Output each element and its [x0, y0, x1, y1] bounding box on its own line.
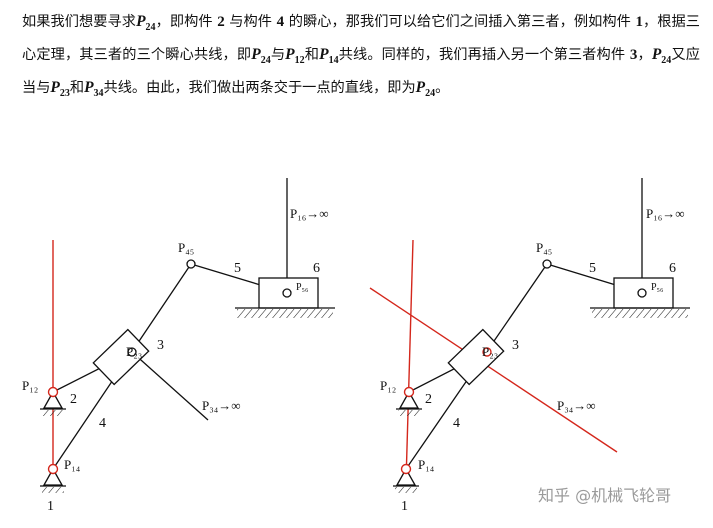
member-label-3: 3 — [157, 338, 164, 353]
label-p56: P₅₆ — [651, 282, 664, 293]
label-p14: P₁₄ — [64, 457, 81, 472]
member-label-6: 6 — [313, 261, 320, 276]
joint-p12 — [403, 386, 415, 398]
label-p23: P₂₃ — [482, 344, 498, 359]
label-p56: P₅₆ — [296, 282, 309, 293]
ground-hatch — [592, 309, 688, 318]
joint-p45 — [542, 259, 552, 269]
label-p16: P₁₆→∞ — [290, 206, 329, 221]
label-p12: P₁₂ — [22, 378, 38, 393]
label-p23: P₂₃ — [126, 344, 142, 359]
right-figure: P₁₂ P₁₄ P₂₃ P₄₅ P₅₆ P₁₆→∞ P₃₄→∞ 1 2 3 4 … — [369, 178, 690, 514]
label-p16: P₁₆→∞ — [646, 206, 685, 221]
joint-p12 — [47, 386, 59, 398]
joint-p14 — [47, 463, 59, 475]
guide-line — [131, 351, 209, 421]
joint-p56 — [637, 288, 647, 298]
member-label-1: 1 — [47, 499, 54, 514]
label-p45: P₄₅ — [178, 240, 194, 255]
mechanism-diagrams: P₁₂ P₁₄ P₂₃ P₄₅ P₅₆ P₁₆→∞ P₃₄→∞ 1 2 3 4 … — [22, 178, 690, 514]
joint-p14 — [400, 463, 412, 475]
ground-hatch — [237, 309, 333, 318]
label-p12: P₁₂ — [380, 378, 396, 393]
member-label-2: 2 — [70, 392, 77, 407]
watermark: 知乎 @机械飞轮哥 — [538, 486, 671, 505]
member-label-2: 2 — [425, 392, 432, 407]
member-label-6: 6 — [669, 261, 676, 276]
joint-p45 — [186, 259, 196, 269]
left-figure: P₁₂ P₁₄ P₂₃ P₄₅ P₅₆ P₁₆→∞ P₃₄→∞ 1 2 3 4 … — [22, 178, 335, 514]
member-label-5: 5 — [234, 261, 241, 276]
member-label-4: 4 — [99, 416, 106, 431]
line-p12-p14 — [405, 239, 414, 483]
member-label-1: 1 — [401, 499, 408, 514]
label-p34: P₃₄→∞ — [202, 398, 241, 413]
label-p45: P₄₅ — [536, 240, 552, 255]
member-label-5: 5 — [589, 261, 596, 276]
member-label-3: 3 — [512, 338, 519, 353]
label-p14: P₁₄ — [418, 457, 435, 472]
member-label-4: 4 — [453, 416, 460, 431]
label-p34: P₃₄→∞ — [557, 398, 596, 413]
joint-p56 — [282, 288, 292, 298]
page: 如果我们想要寻求P24，即构件 2 与构件 4 的瞬心，那我们可以给它们之间插入… — [0, 0, 713, 528]
